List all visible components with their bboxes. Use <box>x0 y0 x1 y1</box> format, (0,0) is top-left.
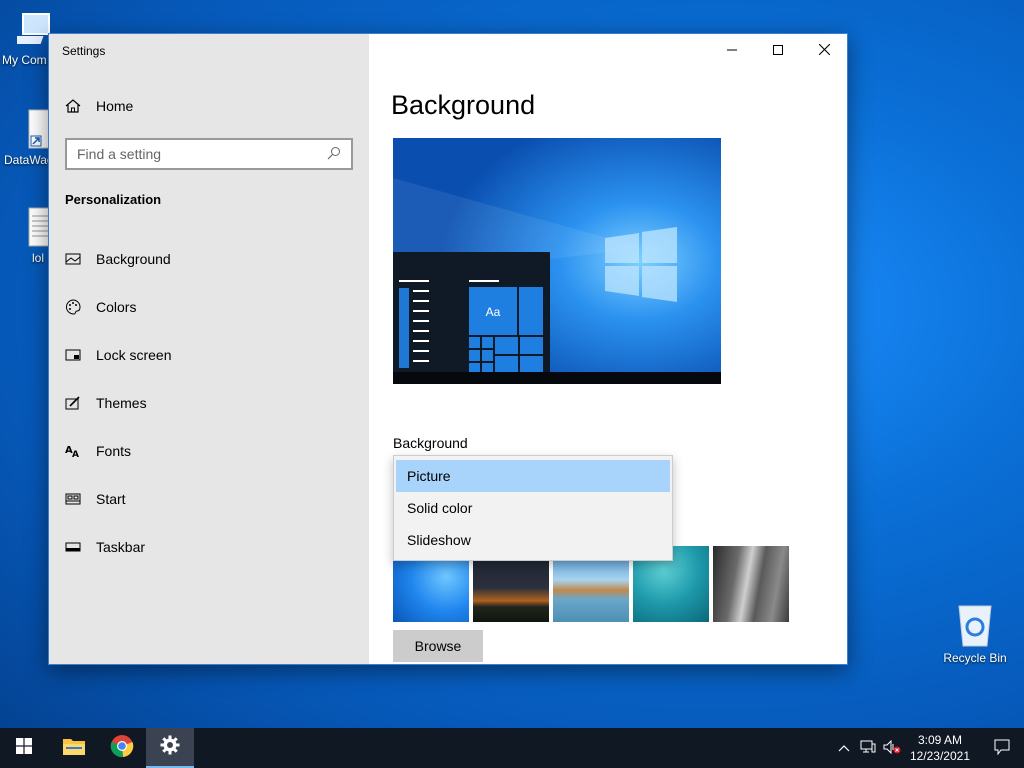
clock-date: 12/23/2021 <box>909 749 970 763</box>
nav-item-label: Taskbar <box>96 539 146 555</box>
lock-screen-icon <box>65 347 81 363</box>
sidebar: Settings Home Personalization Background <box>49 34 369 664</box>
palette-icon <box>65 299 81 315</box>
dropdown-option-slideshow[interactable]: Slideshow <box>396 524 670 556</box>
nav-lock-screen[interactable]: Lock screen <box>49 335 369 375</box>
nav-item-label: Start <box>96 491 126 507</box>
desktop-icon-recycle-bin[interactable]: Recycle Bin <box>938 602 1012 665</box>
section-title: Personalization <box>65 192 162 207</box>
notification-icon <box>994 739 1010 758</box>
nav-taskbar[interactable]: Taskbar <box>49 527 369 567</box>
preview-sample-text: Aa <box>486 305 501 319</box>
nav-item-label: Background <box>96 251 171 267</box>
themes-icon <box>65 395 81 411</box>
volume-button[interactable] <box>880 728 904 768</box>
home-icon <box>65 98 81 114</box>
nav-item-label: Colors <box>96 299 137 315</box>
nav-home[interactable]: Home <box>49 86 369 126</box>
network-button[interactable] <box>856 728 880 768</box>
taskbar-file-explorer[interactable] <box>50 728 98 768</box>
nav-home-label: Home <box>96 98 134 114</box>
content-pane: Background Aa Background Picture Solid c… <box>369 34 849 664</box>
system-tray: 3:09 AM 12/23/2021 <box>832 728 1024 768</box>
settings-window: Settings Home Personalization Background <box>48 33 848 665</box>
window-title: Settings <box>62 44 106 58</box>
speaker-muted-icon <box>883 739 901 757</box>
page-title: Background <box>391 90 536 120</box>
nav-fonts[interactable]: AA Fonts <box>49 431 369 471</box>
gear-icon <box>160 735 180 760</box>
chrome-icon <box>110 734 134 763</box>
folder-icon <box>62 736 86 761</box>
nav-item-label: Themes <box>96 395 147 411</box>
background-preview: Aa <box>393 138 721 384</box>
search-icon[interactable] <box>327 146 341 163</box>
recycle-bin-icon <box>955 602 995 648</box>
nav-background[interactable]: Background <box>49 239 369 279</box>
taskbar: 3:09 AM 12/23/2021 <box>0 728 1024 768</box>
recent-image-thumbnail[interactable] <box>713 546 789 622</box>
taskbar-chrome[interactable] <box>98 728 146 768</box>
nav-themes[interactable]: Themes <box>49 383 369 423</box>
chevron-up-icon <box>838 741 850 755</box>
dropdown-option-picture[interactable]: Picture <box>396 460 670 492</box>
clock-time: 3:09 AM <box>917 733 962 747</box>
background-field-label: Background <box>393 435 468 451</box>
taskbar-icon <box>65 539 81 555</box>
show-hidden-icons-button[interactable] <box>832 728 856 768</box>
fonts-icon: AA <box>65 443 81 459</box>
preview-image: Aa <box>393 138 721 384</box>
action-center-button[interactable] <box>980 728 1024 768</box>
nav-item-label: Fonts <box>96 443 132 459</box>
dropdown-option-solid-color[interactable]: Solid color <box>396 492 670 524</box>
search-input[interactable] <box>77 146 327 162</box>
nav-item-label: Lock screen <box>96 347 172 363</box>
start-button[interactable] <box>0 728 48 768</box>
search-box[interactable] <box>65 138 353 170</box>
nav-start[interactable]: Start <box>49 479 369 519</box>
svg-text:A: A <box>72 450 79 459</box>
start-icon <box>65 491 81 507</box>
network-icon <box>860 740 876 757</box>
clock[interactable]: 3:09 AM 12/23/2021 <box>904 732 980 764</box>
browse-button[interactable]: Browse <box>393 630 483 662</box>
picture-icon <box>65 251 81 267</box>
background-dropdown-list: Picture Solid color Slideshow <box>393 455 673 561</box>
taskbar-settings[interactable] <box>146 728 194 768</box>
nav-colors[interactable]: Colors <box>49 287 369 327</box>
windows-start-icon <box>16 737 32 759</box>
desktop-icon-label: Recycle Bin <box>943 651 1007 665</box>
